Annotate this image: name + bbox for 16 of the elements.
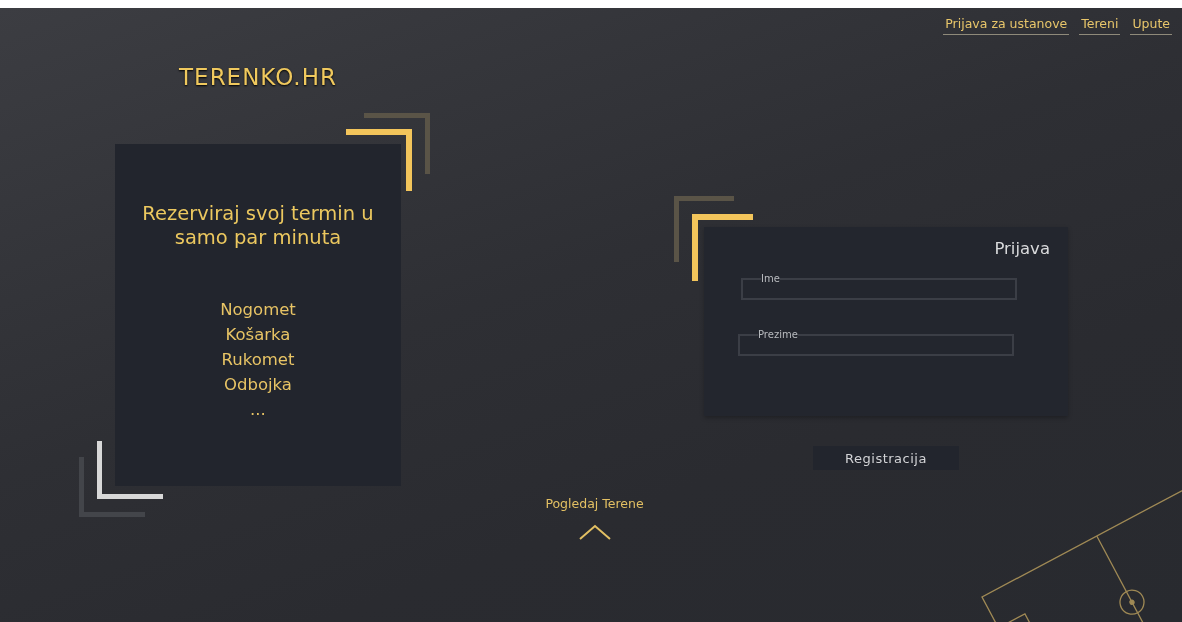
site-logo[interactable]: TERENKO.HR: [179, 64, 337, 90]
input-field[interactable]: Prezime: [738, 330, 1014, 356]
sport-item: Košarka: [225, 324, 291, 346]
sport-item: ...: [250, 399, 266, 421]
nav-link[interactable]: Prijava za ustanove: [943, 16, 1070, 35]
register-button[interactable]: Registracija: [813, 446, 959, 470]
nav-link[interactable]: Upute: [1130, 16, 1172, 35]
nav-link[interactable]: Tereni: [1079, 16, 1121, 35]
sport-item: Rukomet: [221, 349, 295, 371]
chevron-up-icon[interactable]: [578, 524, 611, 540]
browse-link[interactable]: Pogledaj Terene: [545, 496, 644, 511]
login-title: Prijava: [994, 239, 1050, 258]
promo-heading: Rezerviraj svoj termin u samo par minuta: [141, 202, 375, 250]
sport-item: Nogomet: [220, 299, 296, 321]
input-field[interactable]: Ime: [741, 274, 1017, 300]
sport-item: Odbojka: [224, 374, 292, 396]
